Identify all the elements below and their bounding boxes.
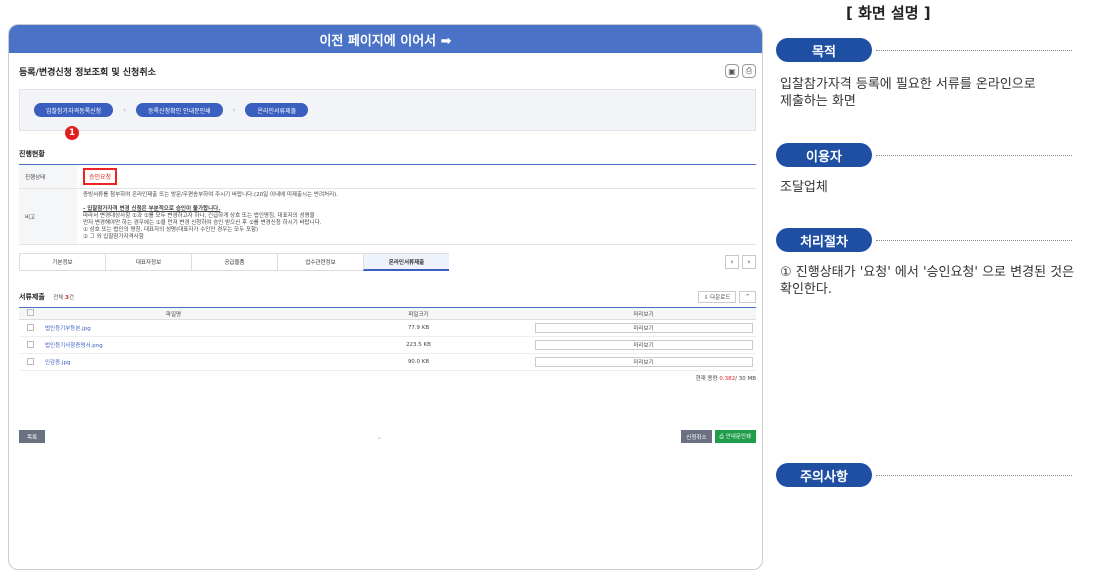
tab-supply-items[interactable]: 공급물품 — [191, 253, 277, 271]
chevron-right-icon: › — [123, 106, 127, 114]
remarks-header: 비고 — [19, 188, 77, 245]
col-preview: 미리보기 — [531, 307, 756, 320]
table-row: 법인등기부등본.jpg 77.9 KB 미리보기 — [19, 319, 756, 337]
usage-value: 0.382 — [719, 376, 736, 382]
status-section-label: 진행현황 — [19, 150, 45, 158]
row-checkbox-cell — [19, 336, 41, 354]
divider — [876, 50, 1072, 51]
step-indicator: 입찰참가자격등록신청 › 등록신청확인 안내문인쇄 › 온라인서류제출 — [19, 89, 756, 131]
step-1[interactable]: 입찰참가자격등록신청 — [34, 103, 114, 117]
preview-cell: 미리보기 — [531, 336, 756, 354]
count-prefix: 전체 — [53, 295, 64, 301]
file-size: 77.9 KB — [306, 319, 531, 337]
divider — [876, 475, 1072, 476]
row-checkbox-cell — [19, 319, 41, 337]
tab-business-info[interactable]: 업수관련정보 — [277, 253, 363, 271]
cancel-request-button[interactable]: 신청취소 — [681, 430, 712, 443]
purpose-text: 입찰참가자격 등록에 필요한 서류를 온라인으로 제출하는 화면 — [780, 77, 1036, 109]
chevron-left-icon[interactable]: ‹ — [725, 255, 739, 269]
preview-cell: 미리보기 — [531, 353, 756, 371]
user-text: 조달업체 — [780, 180, 828, 195]
note-line: 따라서 변경대상사항 ①과 ②를 모두 변경하고자 하나, 긴급하게 상호 또는… — [83, 213, 315, 219]
collapse-button[interactable]: ^ — [739, 291, 756, 303]
divider — [876, 240, 1072, 241]
file-table: 파일명 파일크기 미리보기 법인등기부등본.jpg 77.9 KB 미리보기 법… — [19, 307, 756, 371]
col-filename: 파일명 — [41, 307, 306, 320]
tab-bar: 기본정보 대표자정보 공급물품 업수관련정보 온라인서류제출 ‹ › — [19, 253, 756, 271]
tab-scroll: ‹ › — [725, 255, 756, 269]
file-table-header: 파일명 파일크기 미리보기 — [19, 307, 756, 320]
tab-basic-info[interactable]: 기본정보 — [19, 253, 105, 271]
storage-usage: 현재 용량 0.382/ 30 MB — [19, 374, 756, 382]
note-line: ② 그 외 입찰참가자격사항 — [83, 234, 144, 240]
title-icons: ▣ ⎙ — [725, 64, 756, 78]
step-2[interactable]: 등록신청확인 안내문인쇄 — [136, 103, 223, 117]
preview-button[interactable]: 미리보기 — [534, 340, 753, 350]
user-label: 이용자 — [776, 143, 872, 167]
purpose-label: 목적 — [776, 38, 872, 62]
caution-label: 주의사항 — [776, 463, 872, 487]
note-line: 증빙서류를 첨부하여 온라인제출 또는 방문/우편송부하여 주시기 바랍니다.(… — [83, 192, 339, 198]
list-button[interactable]: 목록 — [19, 430, 46, 443]
print-icon[interactable]: ⎙ — [742, 64, 756, 78]
remarks-row: 비고 증빙서류를 첨부하여 온라인제출 또는 방문/우편송부하여 주시기 바랍니… — [19, 188, 756, 245]
note-line: - 입찰참가자격 변경 신청은 부분적으로 승인이 불가합니다. — [83, 206, 221, 212]
page-title: 등록/변경신청 정보조회 및 신청취소 — [19, 67, 156, 78]
tab-online-docs[interactable]: 온라인서류제출 — [363, 253, 449, 271]
col-filesize: 파일크기 — [306, 307, 531, 320]
chevron-right-icon[interactable]: › — [742, 255, 756, 269]
bottom-actions: 목록 신청취소 ⎙ 안내문인쇄 — [19, 430, 756, 443]
save-icon[interactable]: ▣ — [725, 64, 739, 78]
row-checkbox-cell — [19, 353, 41, 371]
row-checkbox[interactable] — [26, 340, 34, 348]
docs-actions: ⇩ 다운로드 ^ — [697, 291, 756, 303]
status-cell: 승인요청 — [77, 164, 756, 189]
count-suffix: 건 — [68, 295, 74, 301]
preview-button[interactable]: 미리보기 — [534, 323, 753, 333]
chevron-right-icon: › — [232, 106, 236, 114]
scroll-top-icon[interactable]: ⌃ — [377, 437, 382, 444]
status-row: 진행상태 승인요청 — [19, 164, 756, 189]
download-button[interactable]: ⇩ 다운로드 — [697, 291, 737, 303]
preview-cell: 미리보기 — [531, 319, 756, 337]
panel-title: [ 화면 설명 ] — [846, 4, 931, 22]
tab-representative[interactable]: 대표자정보 — [105, 253, 191, 271]
file-name[interactable]: 법인등기부등본.jpg — [41, 319, 306, 337]
note-line: ① 상호 또는 법인의 명칭, 대표자의 성명(대표자가 수인인 경우는 모두 … — [83, 227, 259, 233]
file-size: 223.5 KB — [306, 336, 531, 354]
table-row: 법인등기사항증명서.png 223.5 KB 미리보기 — [19, 336, 756, 354]
usage-prefix: 현재 용량 — [695, 376, 718, 382]
docs-title: 서류제출 전체 3건 — [19, 292, 74, 302]
docs-header: 서류제출 전체 3건 ⇩ 다운로드 ^ — [19, 291, 756, 303]
row-checkbox[interactable] — [26, 357, 34, 365]
step-3[interactable]: 온라인서류제출 — [245, 103, 309, 117]
title-row: 등록/변경신청 정보조회 및 신청취소 ▣ ⎙ — [19, 59, 756, 83]
preview-button[interactable]: 미리보기 — [534, 357, 753, 367]
process-text: ① 진행상태가 '요청' 에서 '승인요청' 으로 변경된 것은 확인한다. — [780, 265, 1075, 297]
screen-frame: 이전 페이지에 이어서 ➡ 등록/변경신청 정보조회 및 신청취소 ▣ ⎙ 입찰… — [8, 24, 763, 570]
docs-title-text: 서류제출 — [19, 293, 45, 301]
status-table: 진행상태 승인요청 비고 증빙서류를 첨부하여 온라인제출 또는 방문/우편송부… — [19, 164, 756, 245]
right-actions: 신청취소 ⎙ 안내문인쇄 — [681, 430, 756, 443]
select-all-checkbox[interactable] — [26, 309, 34, 316]
remarks-cell: 증빙서류를 첨부하여 온라인제출 또는 방문/우편송부하여 주시기 바랍니다.(… — [77, 188, 756, 245]
step-marker-1: 1 — [65, 126, 79, 140]
select-all-cell — [19, 307, 41, 320]
row-checkbox[interactable] — [26, 323, 34, 331]
file-size: 90.0 KB — [306, 353, 531, 371]
note-line: 먼저 변경해야만 하는 경우에는 ①을 먼저 변경 신청하여 승인 받으신 후 … — [83, 220, 322, 226]
divider — [876, 155, 1072, 156]
status-header: 진행상태 — [19, 164, 77, 189]
process-label: 처리절차 — [776, 228, 872, 252]
docs-count: 전체 3건 — [53, 295, 74, 301]
note-line — [83, 199, 750, 206]
print-guide-button[interactable]: ⎙ 안내문인쇄 — [714, 430, 756, 443]
status-value: 승인요청 — [83, 168, 118, 185]
main-content: 등록/변경신청 정보조회 및 신청취소 ▣ ⎙ 입찰참가자격등록신청 › 등록신… — [19, 59, 756, 382]
continuation-banner: 이전 페이지에 이어서 ➡ — [9, 25, 762, 53]
table-row: 인감증.jpg 90.0 KB 미리보기 — [19, 353, 756, 371]
usage-suffix: / 30 MB — [735, 376, 756, 382]
file-name[interactable]: 법인등기사항증명서.png — [41, 336, 306, 354]
file-name[interactable]: 인감증.jpg — [41, 353, 306, 371]
